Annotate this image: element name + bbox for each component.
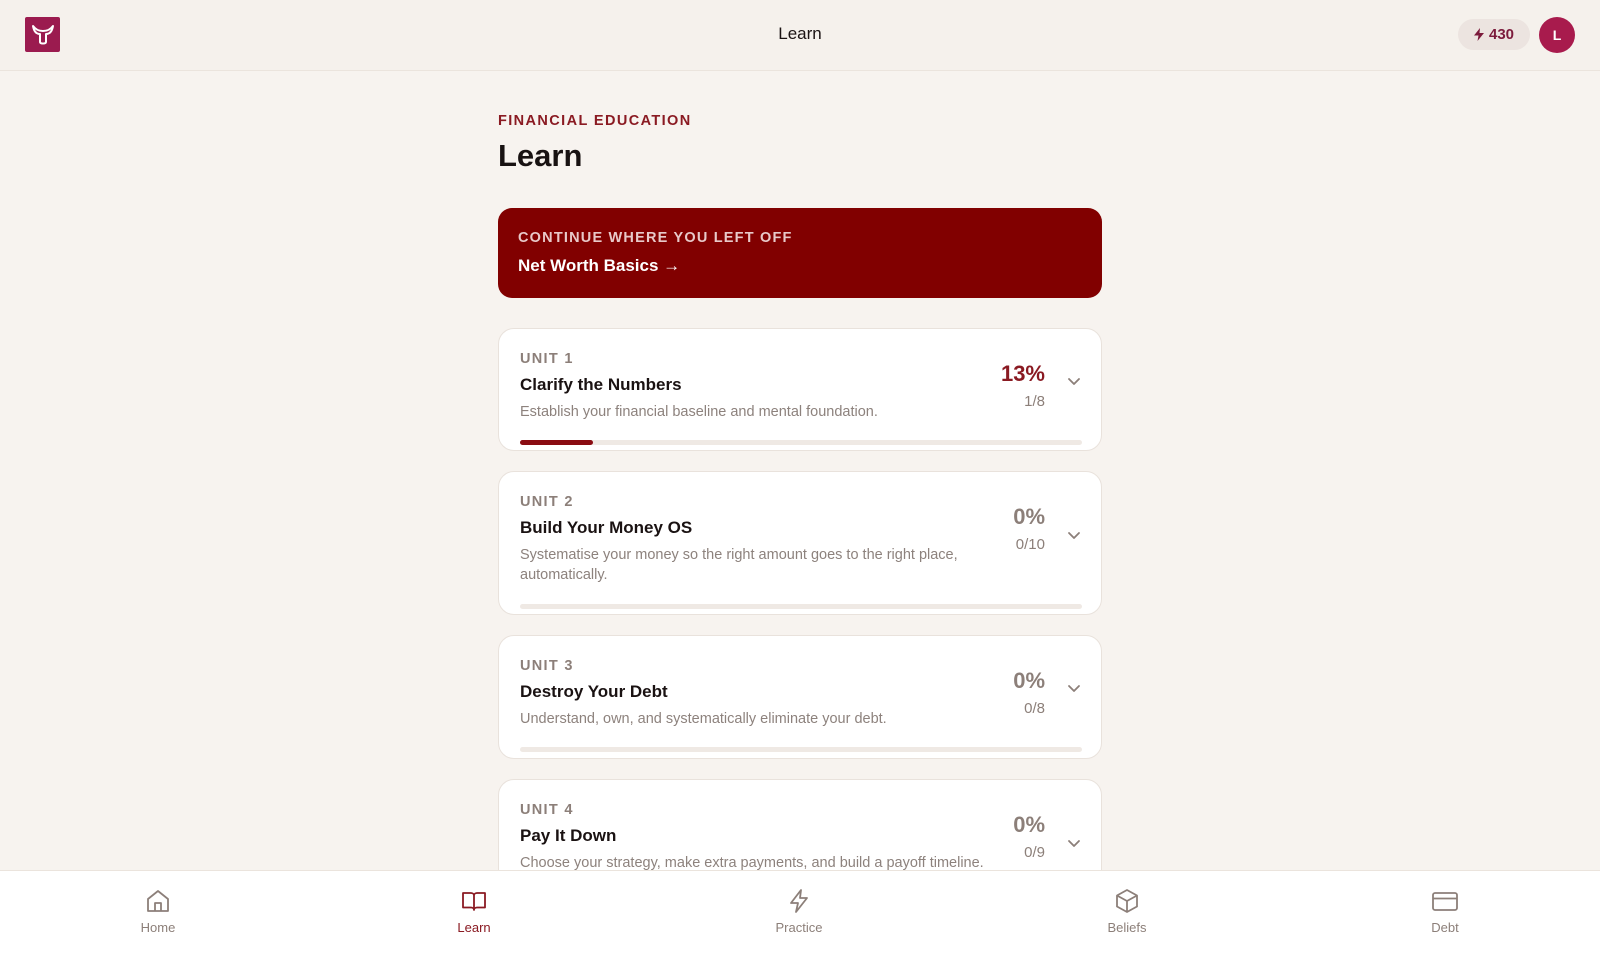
- unit-label: UNIT 2: [520, 494, 574, 510]
- credit-card-icon: [1432, 892, 1458, 911]
- unit-card-1[interactable]: UNIT 1 Clarify the Numbers Establish you…: [498, 328, 1102, 451]
- home-icon: [147, 890, 169, 912]
- unit-card-3[interactable]: UNIT 3 Destroy Your Debt Understand, own…: [498, 635, 1102, 759]
- avatar[interactable]: L: [1539, 17, 1575, 53]
- chevron-down-icon[interactable]: [1067, 377, 1081, 387]
- unit-progress-bar: [520, 747, 1082, 752]
- nav-item-beliefs[interactable]: Beliefs: [1082, 887, 1172, 935]
- bolt-icon: [1473, 28, 1484, 41]
- chevron-down-icon[interactable]: [1067, 684, 1081, 694]
- unit-card-2[interactable]: UNIT 2 Build Your Money OS Systematise y…: [498, 471, 1102, 615]
- unit-percent: 0%: [1013, 668, 1045, 693]
- nav-label-debt: Debt: [1431, 920, 1459, 935]
- header-title: Learn: [778, 24, 822, 43]
- nav-label-practice: Practice: [775, 920, 823, 935]
- continue-eyebrow: CONTINUE WHERE YOU LEFT OFF: [518, 230, 793, 246]
- continue-lesson-link[interactable]: Net Worth Basics →: [518, 256, 680, 276]
- unit-label: UNIT 3: [520, 658, 574, 674]
- unit-lesson-count: 0/10: [1015, 536, 1045, 553]
- unit-progress-bar: [520, 604, 1082, 609]
- chevron-down-icon[interactable]: [1067, 839, 1081, 849]
- unit-description: Understand, own, and systematically elim…: [520, 711, 887, 727]
- book-icon: [462, 892, 486, 911]
- unit-progress-fill: [520, 440, 594, 445]
- nav-label-beliefs: Beliefs: [1107, 920, 1147, 935]
- unit-label: UNIT 1: [520, 351, 574, 367]
- nav-item-debt[interactable]: Debt: [1400, 887, 1490, 935]
- unit-title: Pay It Down: [520, 826, 617, 845]
- chevron-down-icon[interactable]: [1067, 531, 1081, 541]
- nav-item-learn[interactable]: Learn: [429, 887, 519, 935]
- xp-value: 430: [1488, 26, 1515, 43]
- bolt-icon: [790, 889, 808, 913]
- nav-label-learn: Learn: [457, 920, 491, 935]
- page-eyebrow: FINANCIAL EDUCATION: [498, 113, 692, 129]
- unit-title: Destroy Your Debt: [520, 682, 668, 701]
- cube-icon: [1116, 889, 1138, 913]
- unit-percent: 13%: [1000, 361, 1045, 386]
- xp-badge[interactable]: 430: [1458, 19, 1530, 50]
- unit-label: UNIT 4: [520, 802, 574, 818]
- unit-title: Clarify the Numbers: [520, 375, 682, 394]
- unit-description: Establish your financial baseline and me…: [520, 404, 878, 420]
- continue-card[interactable]: CONTINUE WHERE YOU LEFT OFF Net Worth Ba…: [498, 208, 1102, 298]
- unit-title: Build Your Money OS: [520, 518, 693, 537]
- unit-percent: 0%: [1013, 812, 1045, 837]
- unit-lesson-count: 1/8: [1024, 393, 1045, 410]
- unit-percent: 0%: [1013, 504, 1045, 529]
- bottom-nav: Home Learn Practice Beliefs Debt: [0, 870, 1600, 957]
- nav-item-home[interactable]: Home: [113, 887, 203, 935]
- page-title: Learn: [498, 138, 583, 173]
- top-bar: Learn 430 L: [0, 0, 1600, 71]
- unit-progress-bar: [520, 440, 1082, 445]
- nav-item-practice[interactable]: Practice: [754, 887, 844, 935]
- unit-description: Systematise your money so the right amou…: [520, 547, 958, 583]
- nav-label-home: Home: [140, 920, 176, 935]
- unit-lesson-count: 0/9: [1024, 844, 1045, 861]
- unit-lesson-count: 0/8: [1024, 700, 1045, 717]
